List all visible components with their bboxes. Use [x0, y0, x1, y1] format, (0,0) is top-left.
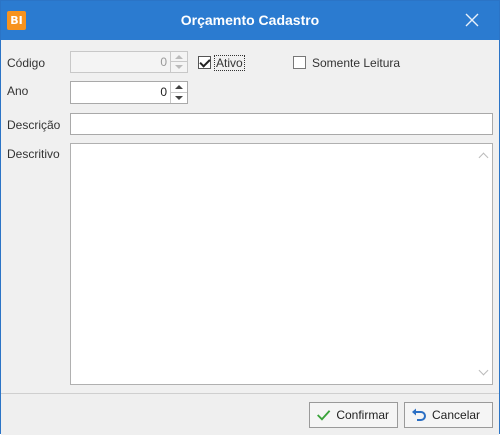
somente-leitura-checkbox[interactable]	[293, 56, 306, 69]
chevron-up-icon	[175, 84, 183, 89]
descricao-label: Descrição	[7, 118, 61, 132]
ano-spin-up[interactable]	[171, 82, 187, 93]
codigo-value: 0	[160, 55, 167, 69]
chevron-down-icon	[175, 65, 183, 69]
descricao-input[interactable]	[70, 113, 493, 135]
descritivo-label: Descritivo	[7, 147, 60, 161]
checkmark-icon	[317, 410, 331, 421]
window-title: Orçamento Cadastro	[180, 12, 320, 28]
close-icon[interactable]	[463, 11, 481, 29]
scroll-up-icon[interactable]	[478, 152, 489, 163]
descritivo-textarea[interactable]	[70, 143, 493, 385]
title-bar[interactable]: BI Orçamento Cadastro	[1, 1, 499, 40]
button-bar: Confirmar Cancelar	[1, 393, 499, 435]
scroll-down-icon[interactable]	[478, 365, 489, 376]
cancel-label: Cancelar	[432, 408, 481, 422]
descritivo-scrollbar[interactable]	[475, 144, 492, 384]
confirm-button[interactable]: Confirmar	[309, 402, 398, 428]
undo-icon	[412, 408, 426, 421]
ano-spinner[interactable]	[170, 82, 187, 103]
dialog-window: BI Orçamento Cadastro Código 0 Ativo Som…	[0, 0, 500, 435]
codigo-spinner	[170, 52, 187, 72]
ano-field[interactable]: 0	[70, 81, 188, 104]
ano-value: 0	[160, 85, 167, 99]
somente-leitura-label[interactable]: Somente Leitura	[312, 56, 400, 70]
ano-spin-down[interactable]	[171, 93, 187, 104]
cancel-button[interactable]: Cancelar	[404, 402, 493, 428]
codigo-spin-up	[171, 52, 187, 62]
chevron-up-icon	[175, 54, 183, 59]
confirm-label: Confirmar	[336, 408, 389, 422]
chevron-down-icon	[175, 95, 183, 100]
ativo-label[interactable]: Ativo	[214, 55, 245, 71]
ano-label: Ano	[7, 84, 29, 98]
codigo-field: 0	[70, 51, 188, 73]
ativo-checkbox[interactable]	[198, 56, 211, 69]
codigo-spin-down	[171, 62, 187, 72]
codigo-label: Código	[7, 56, 46, 70]
